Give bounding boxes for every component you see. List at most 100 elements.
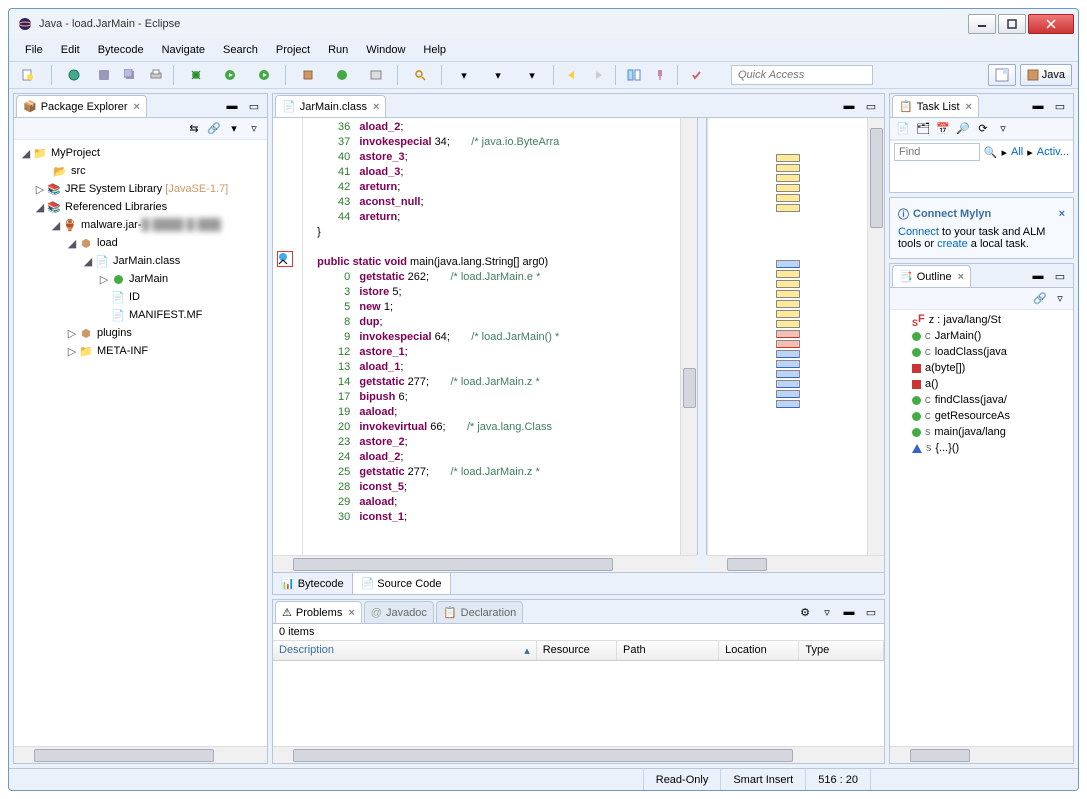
menu-run[interactable]: Run	[320, 42, 356, 58]
minimize-view-button[interactable]: ▬	[1027, 95, 1049, 117]
run-button[interactable]	[215, 64, 245, 86]
new-class-button[interactable]	[327, 64, 357, 86]
find-input[interactable]	[894, 143, 980, 161]
outline-item[interactable]: CgetResourceAs	[892, 408, 1071, 424]
synchronize-button[interactable]: ⟳	[974, 120, 992, 138]
col-type[interactable]: Type	[799, 641, 884, 660]
tree-ref-libs[interactable]: ◢📚Referenced Libraries	[16, 198, 265, 216]
maximize-view-button[interactable]: ▭	[1049, 95, 1071, 117]
code-area[interactable]: 36 aload_2; 37 invokespecial 34; /* java…	[303, 118, 680, 555]
bytecode-tab[interactable]: 📊Bytecode	[273, 573, 353, 594]
close-icon[interactable]: ×	[373, 101, 379, 113]
cfg-h-scrollbar[interactable]	[707, 555, 884, 572]
tree-src[interactable]: 📂src	[16, 162, 265, 180]
outline-list[interactable]: SFz : java/lang/StCJarMain()CloadClass(j…	[890, 310, 1073, 746]
tree-jar[interactable]: ◢🏺malware.jar - █ ████ █ ███	[16, 216, 265, 234]
minimize-view-button[interactable]: ▬	[838, 95, 860, 117]
declaration-tab[interactable]: 📋 Declaration	[436, 601, 523, 623]
save-all-button[interactable]	[119, 64, 141, 86]
maximize-view-button[interactable]: ▭	[860, 95, 882, 117]
breakpoint-marker[interactable]	[277, 251, 293, 267]
next-annotation-button[interactable]: ▾	[517, 64, 547, 86]
minimize-view-button[interactable]: ▬	[221, 95, 243, 117]
save-button[interactable]	[93, 64, 115, 86]
annotation-nav-button[interactable]: ▾	[483, 64, 513, 86]
view-menu-button[interactable]: ▿	[1051, 290, 1069, 308]
tree-project[interactable]: ◢📁MyProject	[16, 144, 265, 162]
new-task-button[interactable]: 📄	[894, 120, 912, 138]
search-button[interactable]	[405, 64, 435, 86]
minimize-view-button[interactable]: ▬	[1027, 265, 1049, 287]
col-description[interactable]: Description ▴	[273, 641, 537, 660]
cfg-v-scrollbar[interactable]	[867, 118, 884, 555]
source-code-tab[interactable]: 📄Source Code	[353, 573, 451, 594]
menu-navigate[interactable]: Navigate	[154, 42, 213, 58]
h-scrollbar[interactable]	[14, 746, 267, 763]
package-explorer-tree[interactable]: ◢📁MyProject 📂src ▷📚JRE System Library [J…	[14, 140, 267, 746]
link-editor-button[interactable]: 🔗	[205, 120, 223, 138]
outline-item[interactable]: Smain(java/lang	[892, 424, 1071, 440]
col-resource[interactable]: Resource	[537, 641, 617, 660]
forward-button[interactable]	[587, 64, 609, 86]
code-h-scrollbar[interactable]	[273, 555, 697, 572]
outline-item[interactable]: SFz : java/lang/St	[892, 312, 1071, 328]
tree-plugins[interactable]: ▷⬢plugins	[16, 324, 265, 342]
maximize-button[interactable]	[998, 14, 1026, 34]
tree-jarmain-class[interactable]: ◢📄JarMain.class	[16, 252, 265, 270]
tree-id[interactable]: 📄ID	[16, 288, 265, 306]
problems-tab[interactable]: ⚠Problems×	[275, 601, 362, 623]
menu-bytecode[interactable]: Bytecode	[90, 42, 152, 58]
task-list-tab[interactable]: 📋Task List×	[892, 95, 979, 117]
search-icon[interactable]: 🔍	[984, 146, 998, 159]
tree-manifest[interactable]: 📄MANIFEST.MF	[16, 306, 265, 324]
titlebar[interactable]: Java - load.JarMain - Eclipse	[9, 9, 1078, 39]
close-icon[interactable]: ×	[1059, 208, 1065, 220]
close-icon[interactable]: ×	[134, 101, 140, 113]
tree-jre[interactable]: ▷📚JRE System Library [JavaSE-1.7]	[16, 180, 265, 198]
col-location[interactable]: Location	[719, 641, 799, 660]
focus-task-button[interactable]: ▾	[225, 120, 243, 138]
new-package-button[interactable]	[293, 64, 323, 86]
menu-search[interactable]: Search	[215, 42, 266, 58]
package-explorer-tab[interactable]: 📦 Package Explorer ×	[16, 95, 147, 117]
minimize-view-button[interactable]: ▬	[838, 601, 860, 623]
problems-table[interactable]: Description ▴ Resource Path Location Typ…	[273, 640, 884, 746]
outline-h-scrollbar[interactable]	[890, 746, 1073, 763]
create-link[interactable]: create	[937, 238, 968, 250]
hide-button[interactable]: ▿	[994, 120, 1012, 138]
problems-h-scrollbar[interactable]	[273, 746, 884, 763]
toggle-breadcrumb-button[interactable]: ▾	[449, 64, 479, 86]
menu-edit[interactable]: Edit	[53, 42, 88, 58]
new-button[interactable]	[15, 64, 45, 86]
all-link[interactable]: All	[1011, 146, 1023, 158]
editor-tab[interactable]: 📄 JarMain.class ×	[275, 95, 386, 117]
split-handle[interactable]	[697, 118, 707, 555]
tree-jarmain-type[interactable]: ▷JarMain	[16, 270, 265, 288]
pin-button[interactable]	[649, 64, 671, 86]
menu-window[interactable]: Window	[358, 42, 413, 58]
tree-metainf[interactable]: ▷📁META-INF	[16, 342, 265, 360]
open-perspective-button[interactable]	[988, 64, 1016, 86]
tree-load-pkg[interactable]: ◢⬢load	[16, 234, 265, 252]
java-perspective-button[interactable]: Java	[1020, 64, 1072, 86]
outline-item[interactable]: CloadClass(java	[892, 344, 1071, 360]
collapse-all-button[interactable]: ⇆	[185, 120, 203, 138]
outline-item[interactable]: a()	[892, 376, 1071, 392]
run-last-button[interactable]	[249, 64, 279, 86]
connect-link[interactable]: Connect	[898, 226, 939, 238]
close-icon[interactable]: ×	[958, 271, 964, 283]
close-icon[interactable]: ×	[966, 101, 972, 113]
editor-gutter[interactable]	[273, 118, 303, 555]
minimize-button[interactable]	[968, 14, 996, 34]
outline-item[interactable]: S{...}()	[892, 440, 1071, 456]
categorized-button[interactable]: 🗂	[914, 120, 932, 138]
outline-item[interactable]: CJarMain()	[892, 328, 1071, 344]
maximize-view-button[interactable]: ▭	[243, 95, 265, 117]
focus-button[interactable]: 🔎	[954, 120, 972, 138]
global-button[interactable]	[59, 64, 89, 86]
activate-link[interactable]: Activ...	[1037, 146, 1069, 158]
show-whitespace-button[interactable]	[623, 64, 645, 86]
debug-button[interactable]	[181, 64, 211, 86]
outline-item[interactable]: CfindClass(java/	[892, 392, 1071, 408]
menu-project[interactable]: Project	[268, 42, 318, 58]
